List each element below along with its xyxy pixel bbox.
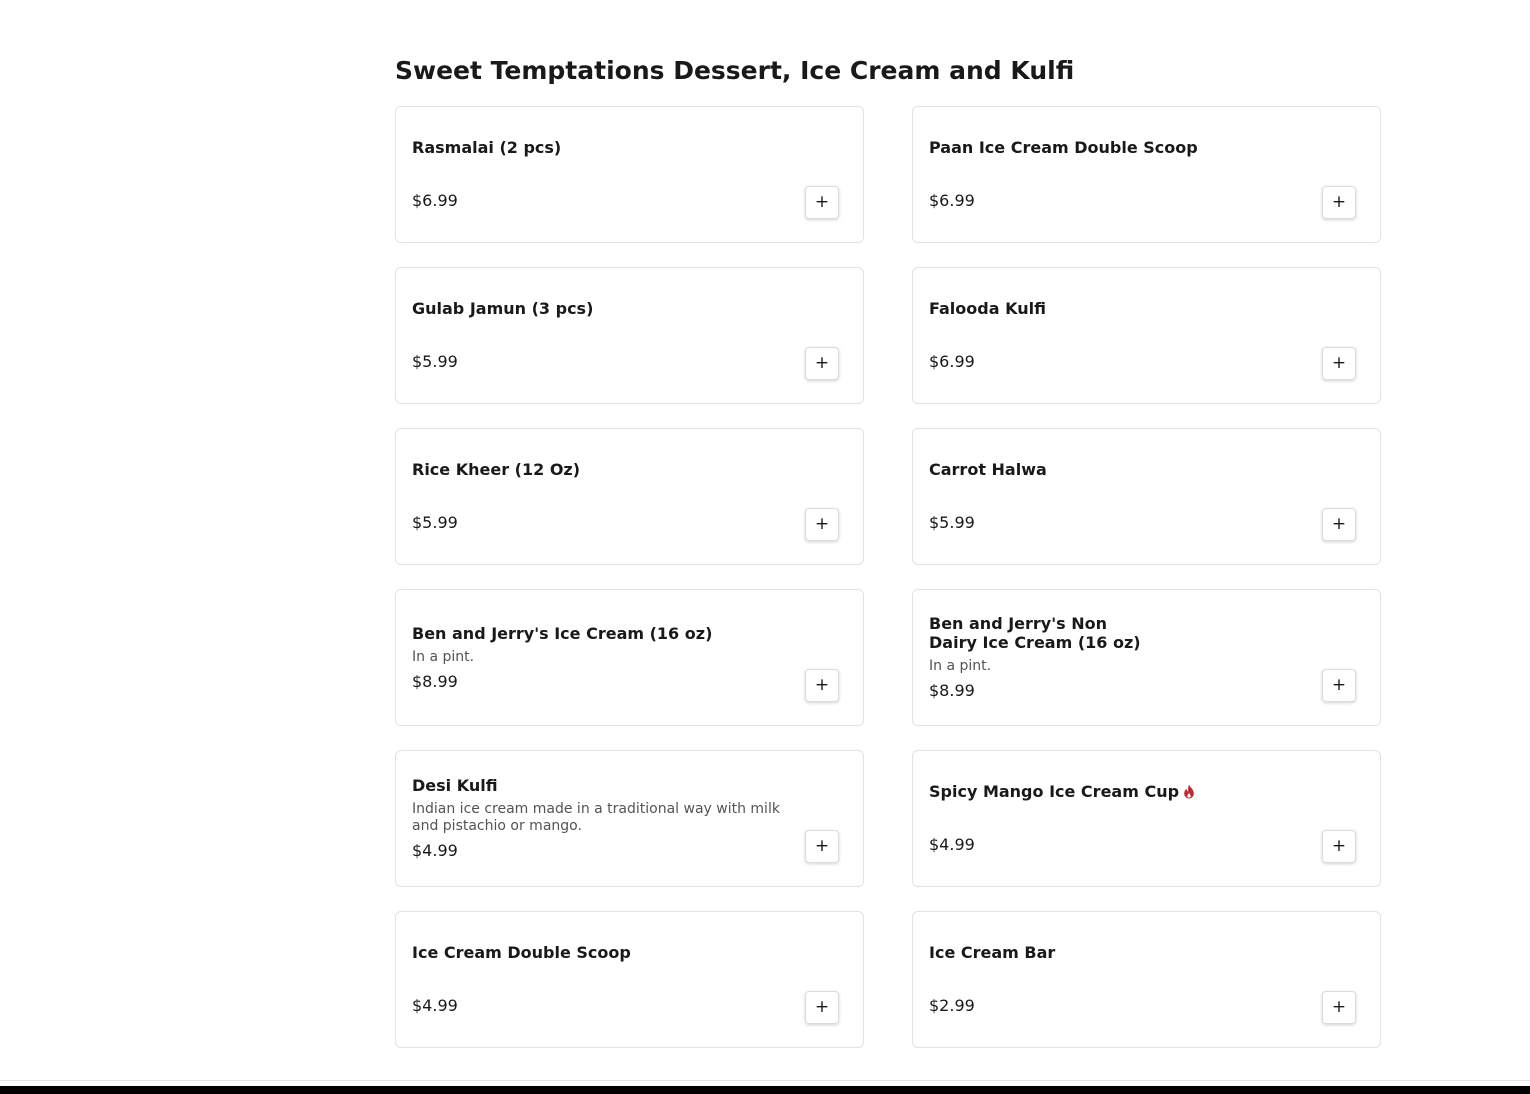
plus-icon: + <box>814 514 830 534</box>
menu-item-name-row: Rice Kheer (12 Oz) <box>412 460 783 479</box>
menu-item-card[interactable]: Gulab Jamun (3 pcs) $5.99 + <box>395 267 864 404</box>
menu-item-name: Carrot Halwa <box>929 460 1047 479</box>
menu-item-name-row: Rasmalai (2 pcs) <box>412 138 783 157</box>
menu-item-card[interactable]: Desi Kulfi Indian ice cream made in a tr… <box>395 750 864 887</box>
menu-item-price: $6.99 <box>929 191 975 210</box>
menu-item-price: $8.99 <box>412 671 458 691</box>
plus-icon: + <box>1331 353 1347 373</box>
plus-icon: + <box>1331 836 1347 856</box>
menu-item-card[interactable]: Falooda Kulfi $6.99 + <box>912 267 1381 404</box>
plus-icon: + <box>1331 192 1347 212</box>
menu-item-description: In a pint. <box>412 648 475 665</box>
add-to-cart-button[interactable]: + <box>805 347 839 380</box>
menu-item-name: Falooda Kulfi <box>929 299 1046 318</box>
menu-item-price: $4.99 <box>412 841 458 860</box>
add-to-cart-button[interactable]: + <box>805 830 839 863</box>
menu-item-name: Ben and Jerry's Non Dairy Ice Cream (16 … <box>929 614 1141 652</box>
plus-icon: + <box>814 675 830 695</box>
menu-item-body: Rice Kheer (12 Oz) $5.99 <box>412 429 783 564</box>
menu-item-price: $8.99 <box>929 681 975 700</box>
menu-item-body: Falooda Kulfi $6.99 <box>929 268 1300 403</box>
menu-item-price: $4.99 <box>929 835 975 854</box>
spicy-icon <box>1184 784 1194 799</box>
menu-item-card[interactable]: Ben and Jerry's Non Dairy Ice Cream (16 … <box>912 589 1381 726</box>
menu-item-body: Spicy Mango Ice Cream Cup $4.99 <box>929 751 1300 886</box>
add-to-cart-button[interactable]: + <box>805 669 839 702</box>
menu-item-body: Gulab Jamun (3 pcs) $5.99 <box>412 268 783 403</box>
menu-item-name-row: Ben and Jerry's Ice Cream (16 oz) <box>412 624 783 643</box>
menu-item-name-row: Paan Ice Cream Double Scoop <box>929 138 1300 157</box>
menu-item-price: $5.99 <box>929 513 975 532</box>
add-to-cart-button[interactable]: + <box>805 508 839 541</box>
menu-item-price: $5.99 <box>412 352 458 371</box>
menu-item-name: Desi Kulfi <box>412 776 498 795</box>
menu-item-price: $2.99 <box>929 996 975 1015</box>
add-to-cart-button[interactable]: + <box>1322 186 1356 219</box>
plus-icon: + <box>1331 997 1347 1017</box>
menu-page: Sweet Temptations Dessert, Ice Cream and… <box>0 0 1530 1094</box>
menu-item-body: Ben and Jerry's Ice Cream (16 oz) In a p… <box>412 590 783 725</box>
menu-item-card[interactable]: Paan Ice Cream Double Scoop $6.99 + <box>912 106 1381 243</box>
plus-icon: + <box>1331 675 1347 695</box>
menu-item-name-row: Falooda Kulfi <box>929 299 1300 318</box>
menu-item-card[interactable]: Rice Kheer (12 Oz) $5.99 + <box>395 428 864 565</box>
menu-item-name: Ice Cream Double Scoop <box>412 943 631 962</box>
menu-item-name-row: Gulab Jamun (3 pcs) <box>412 299 783 318</box>
menu-item-card[interactable]: Rasmalai (2 pcs) $6.99 + <box>395 106 864 243</box>
menu-item-price: $4.99 <box>412 996 458 1015</box>
menu-item-name: Paan Ice Cream Double Scoop <box>929 138 1198 157</box>
footer-bar <box>0 1086 1530 1094</box>
menu-item-name: Gulab Jamun (3 pcs) <box>412 299 594 318</box>
add-to-cart-button[interactable]: + <box>1322 991 1356 1024</box>
menu-item-body: Ice Cream Double Scoop $4.99 <box>412 912 783 1047</box>
menu-item-name-row: Spicy Mango Ice Cream Cup <box>929 782 1300 801</box>
menu-item-price: $5.99 <box>412 513 458 532</box>
plus-icon: + <box>814 192 830 212</box>
menu-item-grid: Rasmalai (2 pcs) $6.99 + Paan Ice Cream … <box>395 106 1381 1048</box>
menu-item-name-row: Carrot Halwa <box>929 460 1300 479</box>
menu-item-name-row: Ice Cream Bar <box>929 943 1300 962</box>
plus-icon: + <box>814 836 830 856</box>
menu-item-name: Ice Cream Bar <box>929 943 1056 962</box>
plus-icon: + <box>814 353 830 373</box>
menu-item-price: $6.99 <box>929 352 975 371</box>
menu-item-body: Desi Kulfi Indian ice cream made in a tr… <box>412 751 783 886</box>
add-to-cart-button[interactable]: + <box>805 186 839 219</box>
menu-item-card[interactable]: Ben and Jerry's Ice Cream (16 oz) In a p… <box>395 589 864 726</box>
menu-item-name: Rasmalai (2 pcs) <box>412 138 562 157</box>
menu-item-body: Ben and Jerry's Non Dairy Ice Cream (16 … <box>929 590 1300 725</box>
menu-item-card[interactable]: Carrot Halwa $5.99 + <box>912 428 1381 565</box>
menu-item-body: Carrot Halwa $5.99 <box>929 429 1300 564</box>
add-to-cart-button[interactable]: + <box>1322 347 1356 380</box>
menu-item-card[interactable]: Spicy Mango Ice Cream Cup $4.99 + <box>912 750 1381 887</box>
menu-item-name: Rice Kheer (12 Oz) <box>412 460 581 479</box>
menu-item-body: Paan Ice Cream Double Scoop $6.99 <box>929 107 1300 242</box>
menu-item-price: $6.99 <box>412 191 458 210</box>
menu-item-name: Spicy Mango Ice Cream Cup <box>929 782 1180 801</box>
add-to-cart-button[interactable]: + <box>1322 508 1356 541</box>
menu-item-description: Indian ice cream made in a traditional w… <box>412 801 780 834</box>
add-to-cart-button[interactable]: + <box>805 991 839 1024</box>
menu-item-name-row: Ice Cream Double Scoop <box>412 943 783 962</box>
menu-item-card[interactable]: Ice Cream Double Scoop $4.99 + <box>395 911 864 1048</box>
add-to-cart-button[interactable]: + <box>1322 669 1356 702</box>
menu-item-name-row: Desi Kulfi <box>412 776 783 795</box>
section-title: Sweet Temptations Dessert, Ice Cream and… <box>395 56 1075 85</box>
menu-item-name: Ben and Jerry's Ice Cream (16 oz) <box>412 623 713 643</box>
footer-divider <box>0 1080 1530 1081</box>
plus-icon: + <box>814 997 830 1017</box>
add-to-cart-button[interactable]: + <box>1322 830 1356 863</box>
menu-item-body: Ice Cream Bar $2.99 <box>929 912 1300 1047</box>
plus-icon: + <box>1331 514 1347 534</box>
menu-item-description: In a pint. <box>929 658 992 674</box>
menu-item-name-row: Ben and Jerry's Non Dairy Ice Cream (16 … <box>929 614 1300 652</box>
menu-item-card[interactable]: Ice Cream Bar $2.99 + <box>912 911 1381 1048</box>
menu-item-body: Rasmalai (2 pcs) $6.99 <box>412 107 783 242</box>
